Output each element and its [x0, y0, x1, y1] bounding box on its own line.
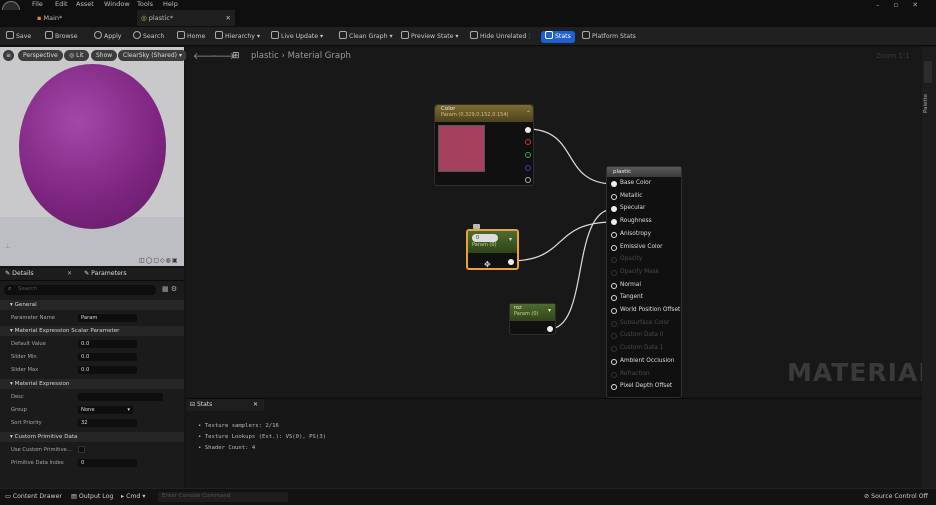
output-input-pin[interactable]: [611, 194, 617, 200]
output-log-button[interactable]: ▤ Output Log: [71, 493, 113, 500]
cmd-button[interactable]: ▸ Cmd ▾: [121, 493, 145, 500]
stats-lines: • Texture samplers: 2/16 • Texture Looku…: [198, 421, 326, 454]
output-input-label: World Position Offset: [620, 307, 681, 313]
output-input-label: Opacity: [620, 256, 643, 262]
color-r-pin: [525, 139, 531, 145]
scalar-name-field[interactable]: 0: [472, 234, 498, 242]
output-node-title: plastic: [607, 167, 681, 177]
collapse-icon: ⌃: [526, 110, 532, 117]
color-b-pin: [525, 165, 531, 171]
color-rgb-pin: [525, 127, 531, 133]
output-input-label: Ambient Occlusion: [620, 358, 675, 364]
output-input-pin[interactable]: [611, 295, 617, 301]
scalar-output-pin: [508, 259, 514, 265]
roz-output-pin: [547, 326, 553, 332]
close-stats-icon: ✕: [252, 401, 258, 408]
output-input-label: Metallic: [620, 193, 643, 199]
output-input-pin[interactable]: [611, 232, 617, 238]
output-input-pin[interactable]: [611, 206, 617, 212]
output-input-pin[interactable]: [611, 346, 617, 352]
console-input[interactable]: Enter Console Command: [158, 492, 288, 502]
stats-line: • Texture samplers: 2/16: [198, 423, 279, 429]
color-parameter-node[interactable]: Color Param (0.329,0.152,0.154) ⌃: [434, 104, 534, 186]
output-input-label: Emissive Color: [620, 244, 663, 250]
output-input-label: Pixel Depth Offset: [620, 383, 673, 389]
output-input-pin[interactable]: [611, 384, 617, 390]
palette-strip[interactable]: Palette: [922, 47, 936, 488]
color-a-pin: [525, 177, 531, 183]
color-swatch: [438, 125, 485, 172]
output-input-label: Specular: [620, 205, 646, 211]
content-drawer-button[interactable]: ▭ Content Drawer: [5, 493, 62, 500]
output-input-label: Subsurface Color: [620, 320, 670, 326]
chevron-down-icon: ▾: [548, 307, 552, 314]
output-input-pin[interactable]: [611, 321, 617, 327]
output-input-label: Roughness: [620, 218, 652, 224]
output-input-pin[interactable]: [611, 333, 617, 339]
chevron-down-icon: ▾: [509, 236, 513, 243]
output-input-pin[interactable]: [611, 257, 617, 263]
output-input-pin[interactable]: [611, 308, 617, 314]
palette-toggle[interactable]: [924, 61, 932, 83]
wire-scalar-roughness: [508, 221, 615, 262]
output-input-pin[interactable]: [611, 283, 617, 289]
move-cursor-icon: ✥: [484, 260, 491, 269]
wire-color-basecolor: [526, 128, 615, 185]
output-input-pin[interactable]: [611, 219, 617, 225]
stats-line: • Shader Count: 4: [198, 445, 256, 451]
color-g-pin: [525, 152, 531, 158]
output-input-pin[interactable]: [611, 359, 617, 365]
output-input-label: Normal: [620, 282, 641, 288]
output-input-pin[interactable]: [611, 245, 617, 251]
roz-parameter-node[interactable]: roz Param (0) ▾: [509, 303, 556, 335]
source-control-button[interactable]: ⊘ Source Control Off: [864, 493, 928, 500]
output-input-label: Custom Data 0: [620, 332, 664, 338]
stats-tab[interactable]: ⊟ Stats ✕: [186, 399, 264, 411]
output-input-label: Opacity Mask: [620, 269, 660, 275]
stats-panel: ⊟ Stats ✕ • Texture samplers: 2/16 • Text…: [186, 398, 922, 488]
output-input-pin[interactable]: [611, 181, 617, 187]
palette-label: Palette: [923, 93, 929, 113]
scalar-parameter-node[interactable]: 0 Param (0) ▾ ✥: [466, 229, 519, 270]
status-bar: ▭ Content Drawer ▤ Output Log ▸ Cmd ▾ En…: [0, 488, 936, 505]
stats-line: • Texture Lookups (Est.): VS(0), PS(3): [198, 434, 326, 440]
color-node-header: Color Param (0.329,0.152,0.154): [435, 105, 533, 122]
output-input-label: Refraction: [620, 371, 650, 377]
output-input-pin[interactable]: [611, 270, 617, 276]
output-input-pin[interactable]: [611, 372, 617, 378]
output-input-label: Base Color: [620, 180, 652, 186]
output-input-label: Anisotropy: [620, 231, 652, 237]
node-comment-icon: [473, 224, 480, 229]
output-input-label: Custom Data 1: [620, 345, 664, 351]
output-input-label: Tangent: [620, 294, 644, 300]
